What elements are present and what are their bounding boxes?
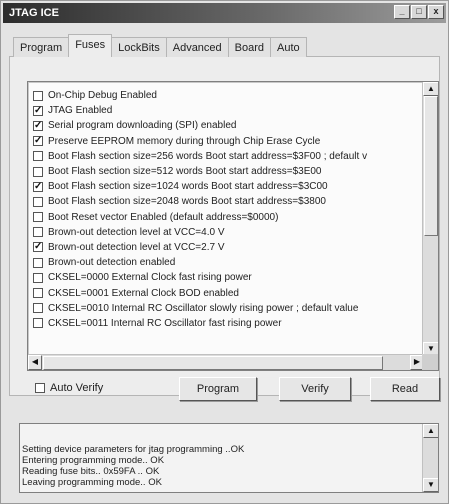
tab-program[interactable]: Program bbox=[13, 37, 70, 57]
tab-bar: Program Fuses LockBits Advanced Board Au… bbox=[13, 34, 307, 57]
log-output[interactable]: Setting device parameters for jtag progr… bbox=[19, 423, 439, 493]
auto-verify-option[interactable]: Auto Verify bbox=[35, 382, 103, 394]
fuse-label: Boot Flash section size=512 words Boot s… bbox=[48, 166, 322, 178]
fuse-label: Brown-out detection level at VCC=4.0 V bbox=[48, 226, 225, 238]
auto-verify-checkbox[interactable] bbox=[35, 383, 45, 393]
fuse-item[interactable]: Boot Reset vector Enabled (default addre… bbox=[28, 210, 424, 225]
fuse-item[interactable]: ✓ Boot Flash section size=1024 words Boot… bbox=[28, 179, 424, 194]
fuse-checkbox[interactable] bbox=[33, 212, 43, 223]
program-button[interactable]: Program bbox=[179, 377, 257, 401]
fuse-label: Boot Flash section size=1024 words Boot … bbox=[48, 181, 328, 193]
fuse-item[interactable]: Boot Flash section size=512 words Boot s… bbox=[28, 164, 424, 179]
horizontal-scroll-thumb[interactable] bbox=[43, 356, 383, 370]
fuse-checkbox[interactable] bbox=[33, 288, 43, 299]
fuse-label: Serial program downloading (SPI) enabled bbox=[48, 120, 237, 132]
fuse-checkbox[interactable] bbox=[33, 196, 43, 207]
fuse-label: Brown-out detection enabled bbox=[48, 257, 176, 269]
scroll-up-icon[interactable]: ▲ bbox=[423, 82, 438, 96]
fuse-label: Boot Reset vector Enabled (default addre… bbox=[48, 211, 279, 223]
log-scroll-up-icon[interactable]: ▲ bbox=[423, 424, 438, 438]
log-vertical-scrollbar[interactable]: ▲ ▼ bbox=[422, 424, 438, 492]
fuse-list-vertical-scrollbar[interactable]: ▲ ▼ bbox=[422, 82, 438, 356]
fuse-item[interactable]: Brown-out detection enabled bbox=[28, 255, 424, 270]
fuse-label: Boot Flash section size=256 words Boot s… bbox=[48, 150, 368, 162]
fuse-list: On-Chip Debug Enabled ✓ JTAG Enabled ✓ Seria… bbox=[27, 81, 439, 371]
fuse-label: JTAG Enabled bbox=[48, 105, 113, 117]
read-button[interactable]: Read bbox=[370, 377, 440, 401]
log-line: Leaving programming mode.. OK bbox=[22, 477, 162, 488]
fuse-label: On-Chip Debug Enabled bbox=[48, 90, 157, 102]
scrollbar-corner bbox=[422, 354, 438, 370]
verify-button[interactable]: Verify bbox=[279, 377, 351, 401]
fuse-checkbox[interactable] bbox=[33, 151, 43, 162]
fuse-item[interactable]: On-Chip Debug Enabled bbox=[28, 88, 424, 103]
fuse-checkbox[interactable]: ✓ bbox=[33, 181, 43, 192]
fuse-list-horizontal-scrollbar[interactable]: ◀ ▶ bbox=[28, 354, 424, 370]
fuse-label: Preserve EEPROM memory during through Ch… bbox=[48, 135, 321, 147]
fuse-item[interactable]: Boot Flash section size=256 words Boot s… bbox=[28, 149, 424, 164]
log-line: Entering programming mode.. OK bbox=[22, 455, 165, 466]
close-icon[interactable]: x bbox=[428, 5, 444, 19]
tab-auto[interactable]: Auto bbox=[270, 37, 307, 57]
fuse-item[interactable]: Boot Flash section size=2048 words Boot … bbox=[28, 194, 424, 209]
fuse-checkbox[interactable] bbox=[33, 166, 43, 177]
fuse-item[interactable]: CKSEL=0011 Internal RC Oscillator fast r… bbox=[28, 316, 424, 331]
fuse-label: CKSEL=0010 Internal RC Oscillator slowly… bbox=[48, 302, 359, 314]
fuse-checkbox[interactable] bbox=[33, 257, 43, 268]
tab-board[interactable]: Board bbox=[227, 37, 272, 57]
log-scroll-down-icon[interactable]: ▼ bbox=[423, 478, 438, 492]
jtag-ice-window: JTAG ICE _ □ x Program Fuses LockBits Ad… bbox=[0, 0, 449, 504]
log-line: Reading fuse bits.. 0x59FA .. OK bbox=[22, 466, 160, 477]
fuse-item[interactable]: CKSEL=0001 External Clock BOD enabled bbox=[28, 285, 424, 300]
window-controls: _ □ x bbox=[394, 5, 444, 19]
fuse-checkbox[interactable] bbox=[33, 272, 43, 283]
fuse-item[interactable]: ✓ Serial program downloading (SPI) enable… bbox=[28, 118, 424, 133]
restore-icon[interactable]: □ bbox=[411, 5, 427, 19]
fuse-label: Boot Flash section size=2048 words Boot … bbox=[48, 196, 326, 208]
fuse-label: CKSEL=0001 External Clock BOD enabled bbox=[48, 287, 239, 299]
fuse-checkbox[interactable] bbox=[33, 303, 43, 314]
fuse-label: CKSEL=0000 External Clock fast rising po… bbox=[48, 272, 252, 284]
fuse-item[interactable]: CKSEL=0010 Internal RC Oscillator slowly… bbox=[28, 301, 424, 316]
tab-fuses[interactable]: Fuses bbox=[68, 34, 113, 57]
fuse-label: Brown-out detection level at VCC=2.7 V bbox=[48, 241, 225, 253]
fuse-item[interactable]: CKSEL=0000 External Clock fast rising po… bbox=[28, 270, 424, 285]
fuse-checkbox[interactable]: ✓ bbox=[33, 105, 43, 116]
fuse-checkbox[interactable] bbox=[33, 227, 43, 238]
log-line: Setting device parameters for jtag progr… bbox=[22, 444, 245, 455]
auto-verify-label: Auto Verify bbox=[50, 382, 104, 394]
fuse-checkbox[interactable]: ✓ bbox=[33, 120, 43, 131]
tab-lockbits[interactable]: LockBits bbox=[111, 37, 167, 57]
fuse-label: CKSEL=0011 Internal RC Oscillator fast r… bbox=[48, 317, 282, 329]
fuse-item[interactable]: ✓ Brown-out detection level at VCC=2.7 V bbox=[28, 240, 424, 255]
vertical-scroll-thumb[interactable] bbox=[424, 96, 438, 236]
scroll-left-icon[interactable]: ◀ bbox=[28, 355, 42, 370]
fuse-list-items: On-Chip Debug Enabled ✓ JTAG Enabled ✓ Seria… bbox=[28, 88, 424, 331]
fuse-checkbox[interactable]: ✓ bbox=[33, 242, 43, 253]
fuse-item[interactable]: Brown-out detection level at VCC=4.0 V bbox=[28, 225, 424, 240]
log-lines: Setting device parameters for jtag progr… bbox=[22, 444, 244, 488]
window-title: JTAG ICE bbox=[9, 7, 59, 19]
fuse-checkbox[interactable]: ✓ bbox=[33, 136, 43, 147]
tab-advanced[interactable]: Advanced bbox=[165, 37, 229, 57]
fuse-item[interactable]: ✓ JTAG Enabled bbox=[28, 103, 424, 118]
fuse-checkbox[interactable] bbox=[33, 90, 43, 101]
minimize-icon[interactable]: _ bbox=[394, 5, 410, 19]
title-bar[interactable]: JTAG ICE _ □ x bbox=[3, 3, 446, 23]
fuse-checkbox[interactable] bbox=[33, 318, 43, 329]
fuse-item[interactable]: ✓ Preserve EEPROM memory during through C… bbox=[28, 134, 424, 149]
